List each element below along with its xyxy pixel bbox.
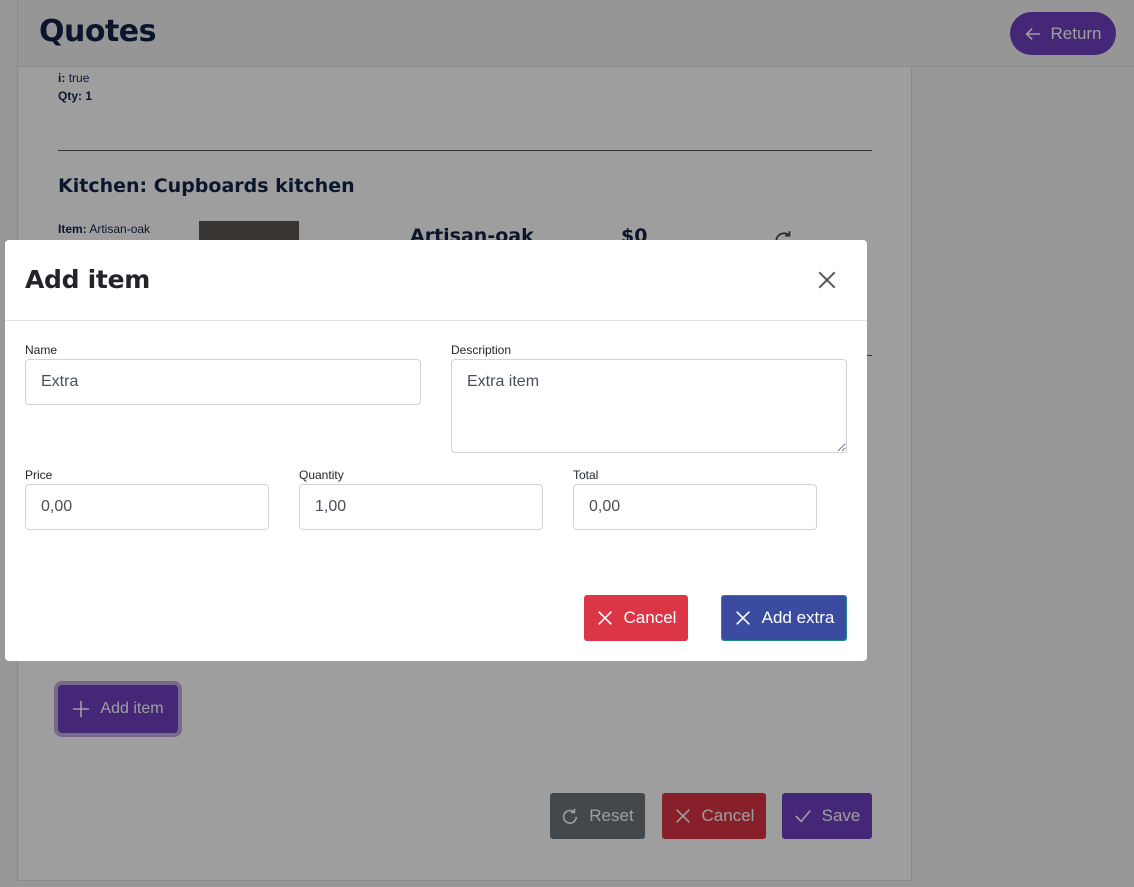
modal-title: Add item [25,265,150,294]
total-input[interactable]: 0,00 [573,484,817,530]
name-label: Name [25,343,58,357]
total-label: Total [573,468,599,482]
add-extra-label: Add extra [761,608,835,627]
modal-cancel-label: Cancel [623,608,677,627]
modal-cancel-button[interactable]: Cancel [584,595,688,641]
name-input[interactable]: Extra [25,359,421,405]
x-icon [735,611,750,625]
add-extra-button[interactable]: Add extra [721,595,847,641]
description-textarea[interactable]: Extra item [451,359,847,453]
add-item-modal: Add item Name Extra Description Extra it… [5,240,867,661]
price-label: Price [25,468,53,482]
x-icon [597,611,612,625]
quantity-input[interactable]: 1,00 [299,484,543,530]
price-input[interactable]: 0,00 [25,484,269,530]
description-label: Description [451,343,512,357]
modal-header: Add item [5,240,867,321]
quantity-label: Quantity [299,468,344,482]
close-icon[interactable] [816,269,838,291]
